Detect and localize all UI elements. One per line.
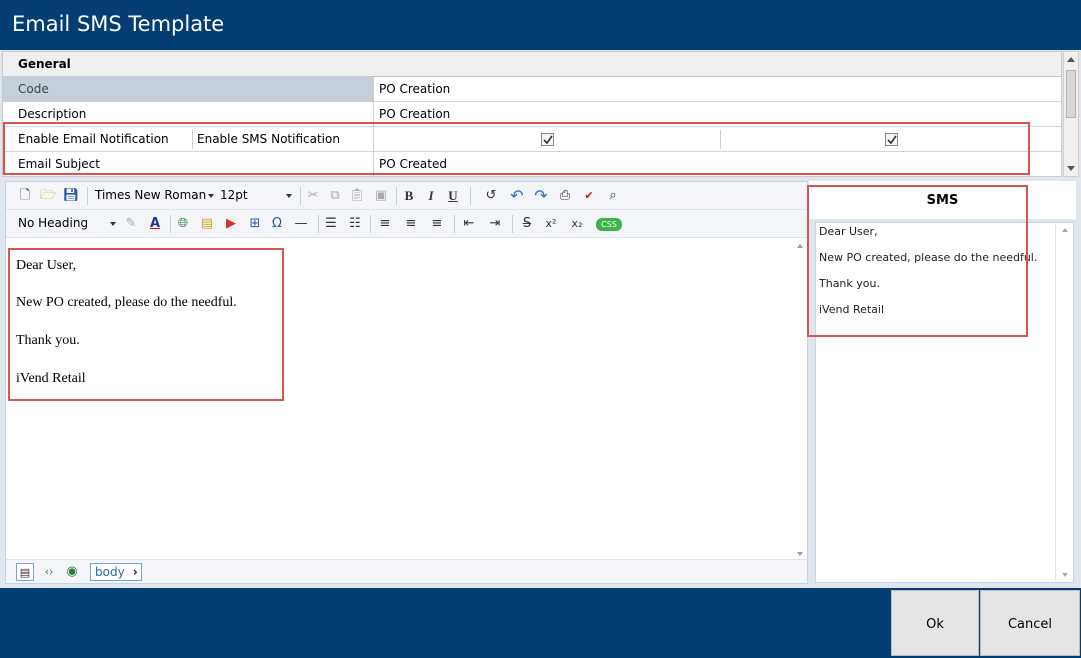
subscript-icon[interactable]: x₂: [568, 215, 586, 233]
media-icon[interactable]: ▶: [222, 215, 240, 233]
editor-status-bar: ▤ ‹› ◉ body ›: [6, 559, 807, 583]
heading-value: No Heading: [18, 216, 89, 230]
toolbar-separator: [318, 215, 319, 233]
path-tag-body[interactable]: body ›: [90, 563, 142, 581]
cut-icon[interactable]: ✂: [304, 187, 322, 205]
redo-icon[interactable]: ↺: [482, 187, 500, 205]
copy-icon[interactable]: ⧉: [326, 187, 344, 205]
scroll-up-arrow-icon[interactable]: [1067, 57, 1075, 62]
title-bar: Email SMS Template: [0, 0, 1081, 50]
save-icon[interactable]: 💾︎: [62, 187, 80, 205]
heading-select[interactable]: No Heading: [14, 214, 118, 234]
toolbar-separator: [87, 187, 88, 205]
css-icon[interactable]: CSS: [596, 218, 622, 231]
font-size-value: 12pt: [220, 188, 248, 202]
path-tag-label: body: [95, 565, 125, 579]
code-value[interactable]: PO Creation: [375, 77, 1061, 102]
paste-word-icon[interactable]: ▣: [372, 187, 390, 205]
image-icon[interactable]: ▤: [198, 215, 216, 233]
find-icon[interactable]: ⌕: [604, 187, 622, 205]
horizontal-rule-icon[interactable]: —: [292, 215, 310, 233]
toolbar-separator: [396, 187, 397, 205]
italic-icon[interactable]: I: [422, 187, 440, 205]
editor-toolbar-bottom: No Heading ✎ A 🌐︎ ▤ ▶ ⊞ Ω — ☰ ☷ ≡ ≡ ≡ ⇤ …: [6, 210, 807, 238]
unordered-list-icon[interactable]: ☷: [346, 215, 364, 233]
strikethrough-icon[interactable]: S: [518, 215, 536, 233]
chevron-down-icon: [110, 222, 116, 226]
scroll-down-arrow-icon[interactable]: [797, 552, 803, 556]
paste-icon[interactable]: 📋︎: [348, 187, 366, 205]
forward-icon[interactable]: ↷: [532, 187, 550, 205]
chevron-right-icon: ›: [132, 565, 138, 579]
open-folder-icon[interactable]: 🗁: [39, 187, 57, 205]
align-left-icon[interactable]: ≡: [376, 215, 394, 233]
sms-scrollbar[interactable]: [1055, 224, 1073, 581]
indent-icon[interactable]: ⇥: [486, 215, 504, 233]
table-icon[interactable]: ⊞: [246, 215, 264, 233]
outdent-icon[interactable]: ⇤: [460, 215, 478, 233]
scroll-down-arrow-icon[interactable]: [1067, 166, 1075, 171]
chevron-down-icon: [208, 194, 214, 198]
font-color-icon[interactable]: A: [146, 215, 164, 233]
font-size-select[interactable]: 12pt: [216, 186, 294, 206]
toolbar-separator: [454, 215, 455, 233]
scroll-up-arrow-icon[interactable]: [797, 244, 803, 248]
print-icon[interactable]: ⎙: [556, 187, 574, 205]
bold-icon[interactable]: B: [400, 187, 418, 205]
font-family-select[interactable]: Times New Roman: [91, 186, 216, 206]
toolbar-separator: [300, 187, 301, 205]
font-family-value: Times New Roman: [95, 188, 207, 202]
superscript-icon[interactable]: x²: [542, 215, 560, 233]
chevron-down-icon: [286, 194, 292, 198]
toolbar-separator: [170, 215, 171, 233]
html-mode-icon[interactable]: ‹›: [40, 563, 58, 581]
scroll-up-arrow-icon[interactable]: [1062, 228, 1068, 232]
editor-toolbar-top: 🗋 🗁 💾︎ Times New Roman 12pt ✂ ⧉ 📋︎ ▣ B I…: [6, 182, 807, 210]
code-label: Code: [3, 77, 374, 102]
toolbar-separator: [512, 215, 513, 233]
new-document-icon[interactable]: 🗋: [16, 187, 34, 205]
undo-icon[interactable]: ↶: [508, 187, 526, 205]
scroll-down-arrow-icon[interactable]: [1062, 573, 1068, 577]
general-section-title: General: [18, 57, 71, 71]
highlight-icon[interactable]: ✎: [122, 215, 140, 233]
toolbar-separator: [470, 187, 471, 205]
highlight-box-email-body: [8, 248, 284, 401]
align-center-icon[interactable]: ≡: [402, 215, 420, 233]
grid-scrollbar[interactable]: [1063, 51, 1079, 177]
highlight-box-notifications: [3, 122, 1030, 175]
hyperlink-icon[interactable]: 🌐︎: [174, 215, 192, 233]
scroll-thumb[interactable]: [1066, 70, 1076, 118]
underline-icon[interactable]: U: [444, 187, 462, 205]
toolbar-separator: [370, 215, 371, 233]
highlight-box-sms: [807, 185, 1028, 337]
ordered-list-icon[interactable]: ☰: [322, 215, 340, 233]
omega-icon[interactable]: Ω: [268, 215, 286, 233]
align-right-icon[interactable]: ≡: [428, 215, 446, 233]
preview-mode-icon[interactable]: ◉: [63, 563, 81, 581]
spellcheck-icon[interactable]: ✔: [580, 187, 598, 205]
window-title: Email SMS Template: [12, 12, 225, 36]
design-mode-icon[interactable]: ▤: [16, 563, 34, 581]
editor-scrollbar[interactable]: [794, 240, 807, 562]
cancel-button[interactable]: Cancel: [980, 590, 1080, 656]
grid-row-code[interactable]: Code PO Creation: [3, 77, 1061, 102]
ok-button[interactable]: Ok: [891, 590, 979, 656]
general-section-header[interactable]: General: [3, 52, 1061, 77]
